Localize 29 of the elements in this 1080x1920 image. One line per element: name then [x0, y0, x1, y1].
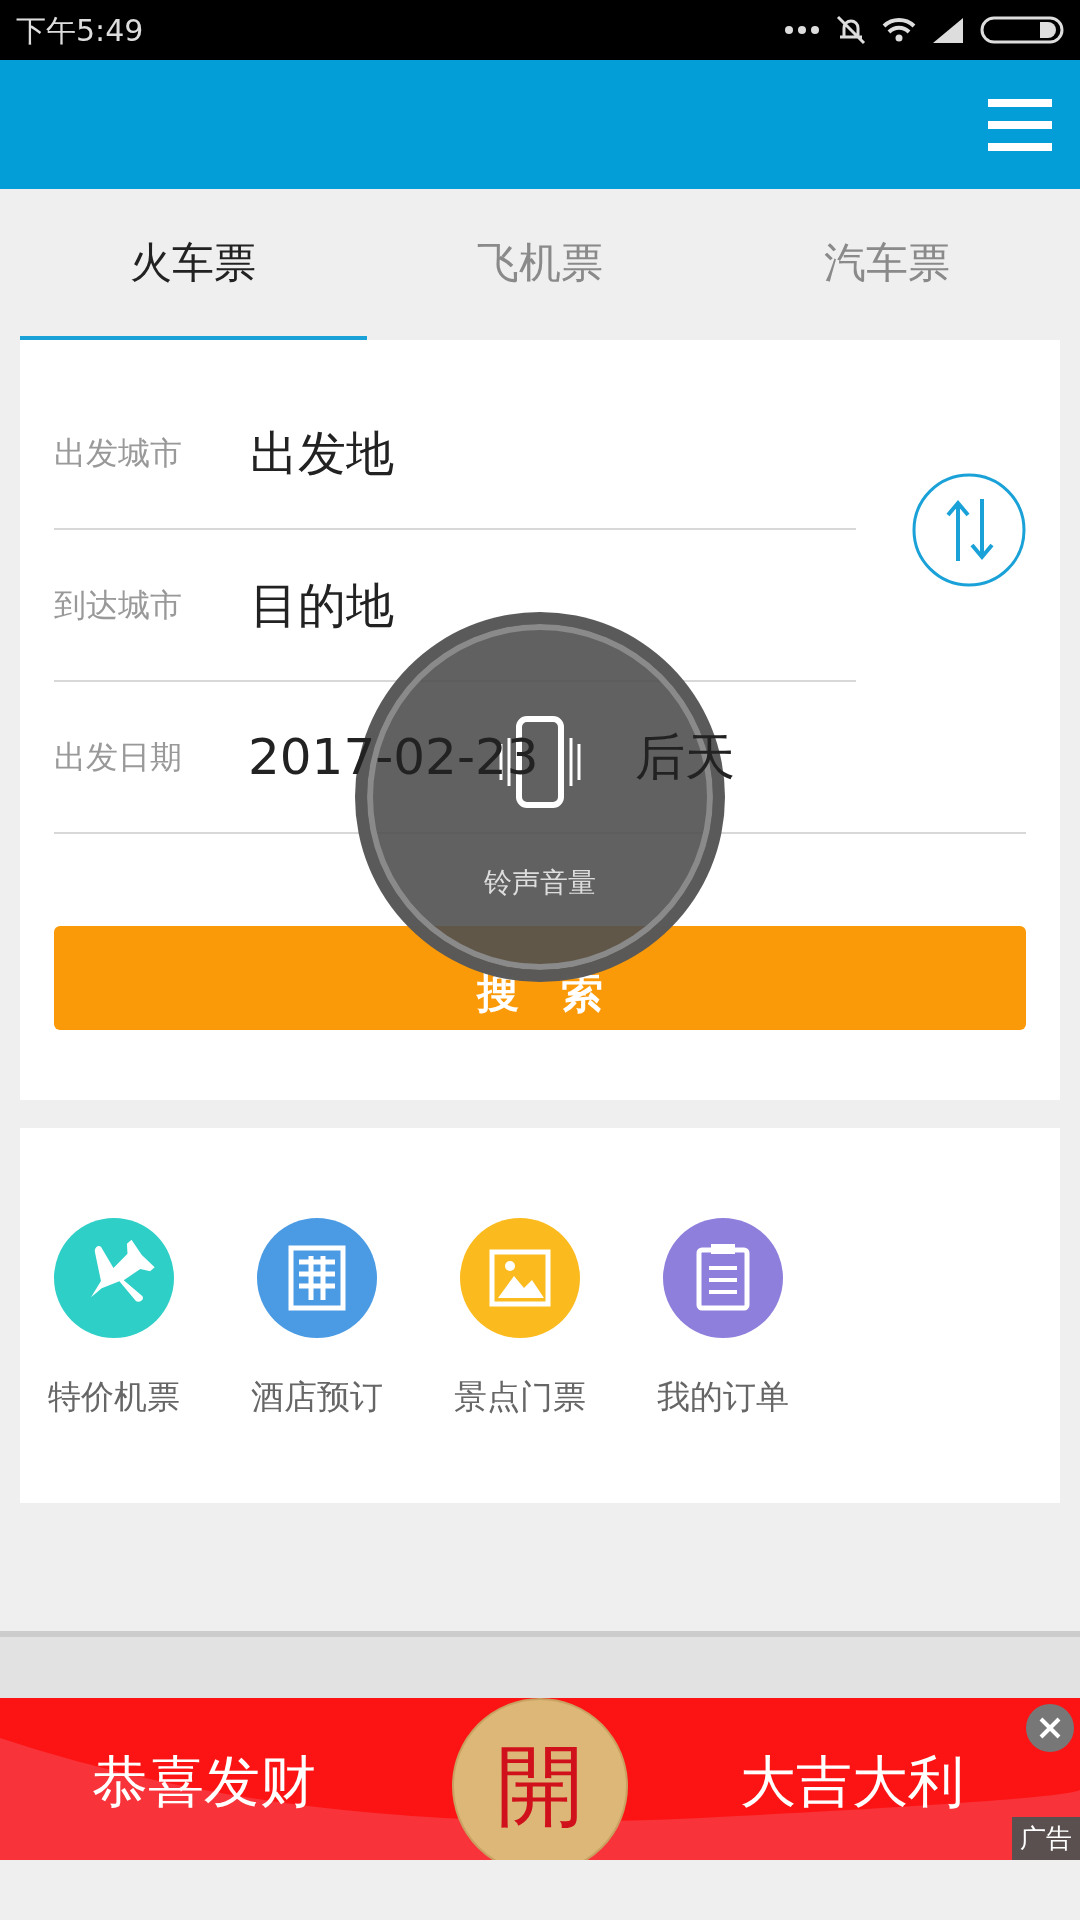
- wifi-icon: [882, 18, 916, 42]
- status-time: 下午5:49: [16, 11, 144, 50]
- menu-icon[interactable]: [988, 98, 1052, 151]
- ad-banner[interactable]: 恭喜发财 開 大吉大利 广告: [0, 1698, 1080, 1860]
- close-icon[interactable]: [1026, 1704, 1074, 1752]
- city-input[interactable]: 出发地: [248, 416, 648, 490]
- field-label: 出发城市: [54, 433, 183, 474]
- field-label: 出发日期: [54, 737, 183, 778]
- coin-text: 開: [452, 1698, 628, 1860]
- ad-text: 恭喜发财: [92, 1748, 316, 1816]
- building-icon[interactable]: [257, 1218, 377, 1338]
- signal-icon: [932, 17, 964, 43]
- battery-icon: [980, 16, 1064, 44]
- tab[interactable]: 飞机票: [366, 189, 714, 340]
- more-icon: [784, 25, 820, 35]
- image-icon[interactable]: [460, 1218, 580, 1338]
- field-label: 到达城市: [54, 585, 183, 626]
- swap-icon[interactable]: [912, 473, 1026, 587]
- ad-tag: 广告: [1012, 1817, 1080, 1860]
- airplane-icon[interactable]: [54, 1218, 174, 1338]
- service-label[interactable]: 景点门票: [454, 1372, 586, 1422]
- clipboard-icon[interactable]: [663, 1218, 783, 1338]
- service-label[interactable]: 酒店预订: [251, 1372, 383, 1422]
- volume-label: 铃声音量: [483, 865, 597, 901]
- ad-text: 大吉大利: [740, 1748, 964, 1816]
- tab[interactable]: 汽车票: [713, 189, 1060, 340]
- service-label[interactable]: 特价机票: [48, 1372, 180, 1422]
- bell-muted-icon: [836, 15, 866, 45]
- service-label[interactable]: 我的订单: [657, 1372, 789, 1422]
